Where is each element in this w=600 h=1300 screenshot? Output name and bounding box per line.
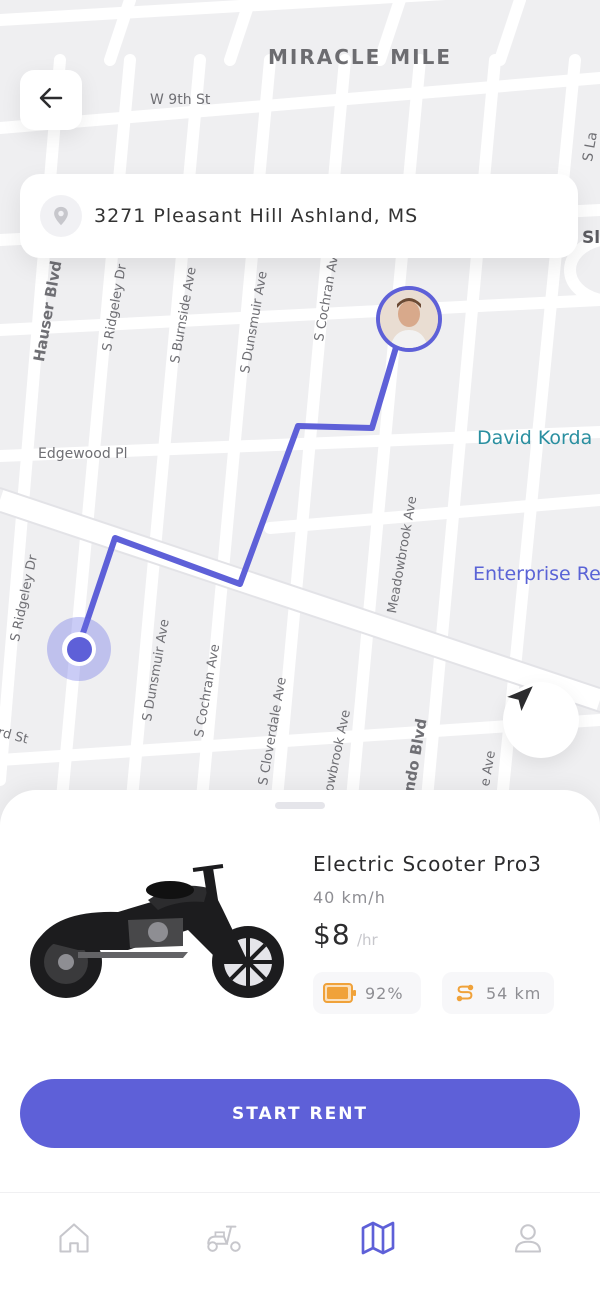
back-button[interactable] — [20, 70, 82, 130]
tab-map[interactable] — [348, 1215, 408, 1265]
sheet-handle[interactable] — [275, 802, 325, 809]
street-label: Sl — [582, 228, 600, 248]
tab-scooter[interactable] — [194, 1215, 254, 1265]
range-value: 54 km — [486, 983, 542, 1003]
route-icon — [454, 982, 476, 1004]
avatar-photo — [380, 290, 438, 348]
map-view[interactable]: MIRACLE MILE W 9th St Hauser Blvd S Ridg… — [0, 0, 600, 820]
scooter-icon — [204, 1220, 244, 1261]
place-label: Enterprise Re — [473, 563, 600, 585]
home-icon — [56, 1220, 92, 1261]
bottom-tab-bar — [0, 1192, 600, 1300]
user-icon — [510, 1220, 546, 1261]
address-text: 3271 Pleasant Hill Ashland, MS — [94, 205, 419, 227]
vehicle-speed: 40 km/h — [313, 888, 386, 907]
address-bar[interactable]: 3271 Pleasant Hill Ashland, MS — [20, 174, 578, 258]
range-chip: 54 km — [442, 972, 554, 1014]
price-unit: /hr — [357, 931, 378, 949]
street-label: W 9th St — [150, 92, 211, 108]
tab-home[interactable] — [44, 1215, 104, 1265]
district-label: MIRACLE MILE — [268, 45, 453, 69]
battery-chip: 92% — [313, 972, 421, 1014]
battery-level: 92% — [365, 983, 404, 1003]
vehicle-name: Electric Scooter Pro3 — [313, 852, 542, 876]
vehicle-price: $8 — [313, 918, 351, 951]
battery-icon — [323, 983, 357, 1003]
arrow-left-icon — [36, 83, 66, 118]
place-label: David Korda — [477, 427, 593, 449]
start-rent-button[interactable]: START RENT — [20, 1079, 580, 1148]
locate-button[interactable] — [503, 682, 579, 758]
street-label: Edgewood Pl — [38, 446, 128, 462]
origin-marker[interactable] — [62, 632, 96, 666]
map-icon — [358, 1218, 398, 1263]
vehicle-image — [18, 860, 294, 1002]
driver-avatar[interactable] — [376, 286, 442, 352]
tab-profile[interactable] — [498, 1215, 558, 1265]
location-pin-icon — [40, 195, 82, 237]
